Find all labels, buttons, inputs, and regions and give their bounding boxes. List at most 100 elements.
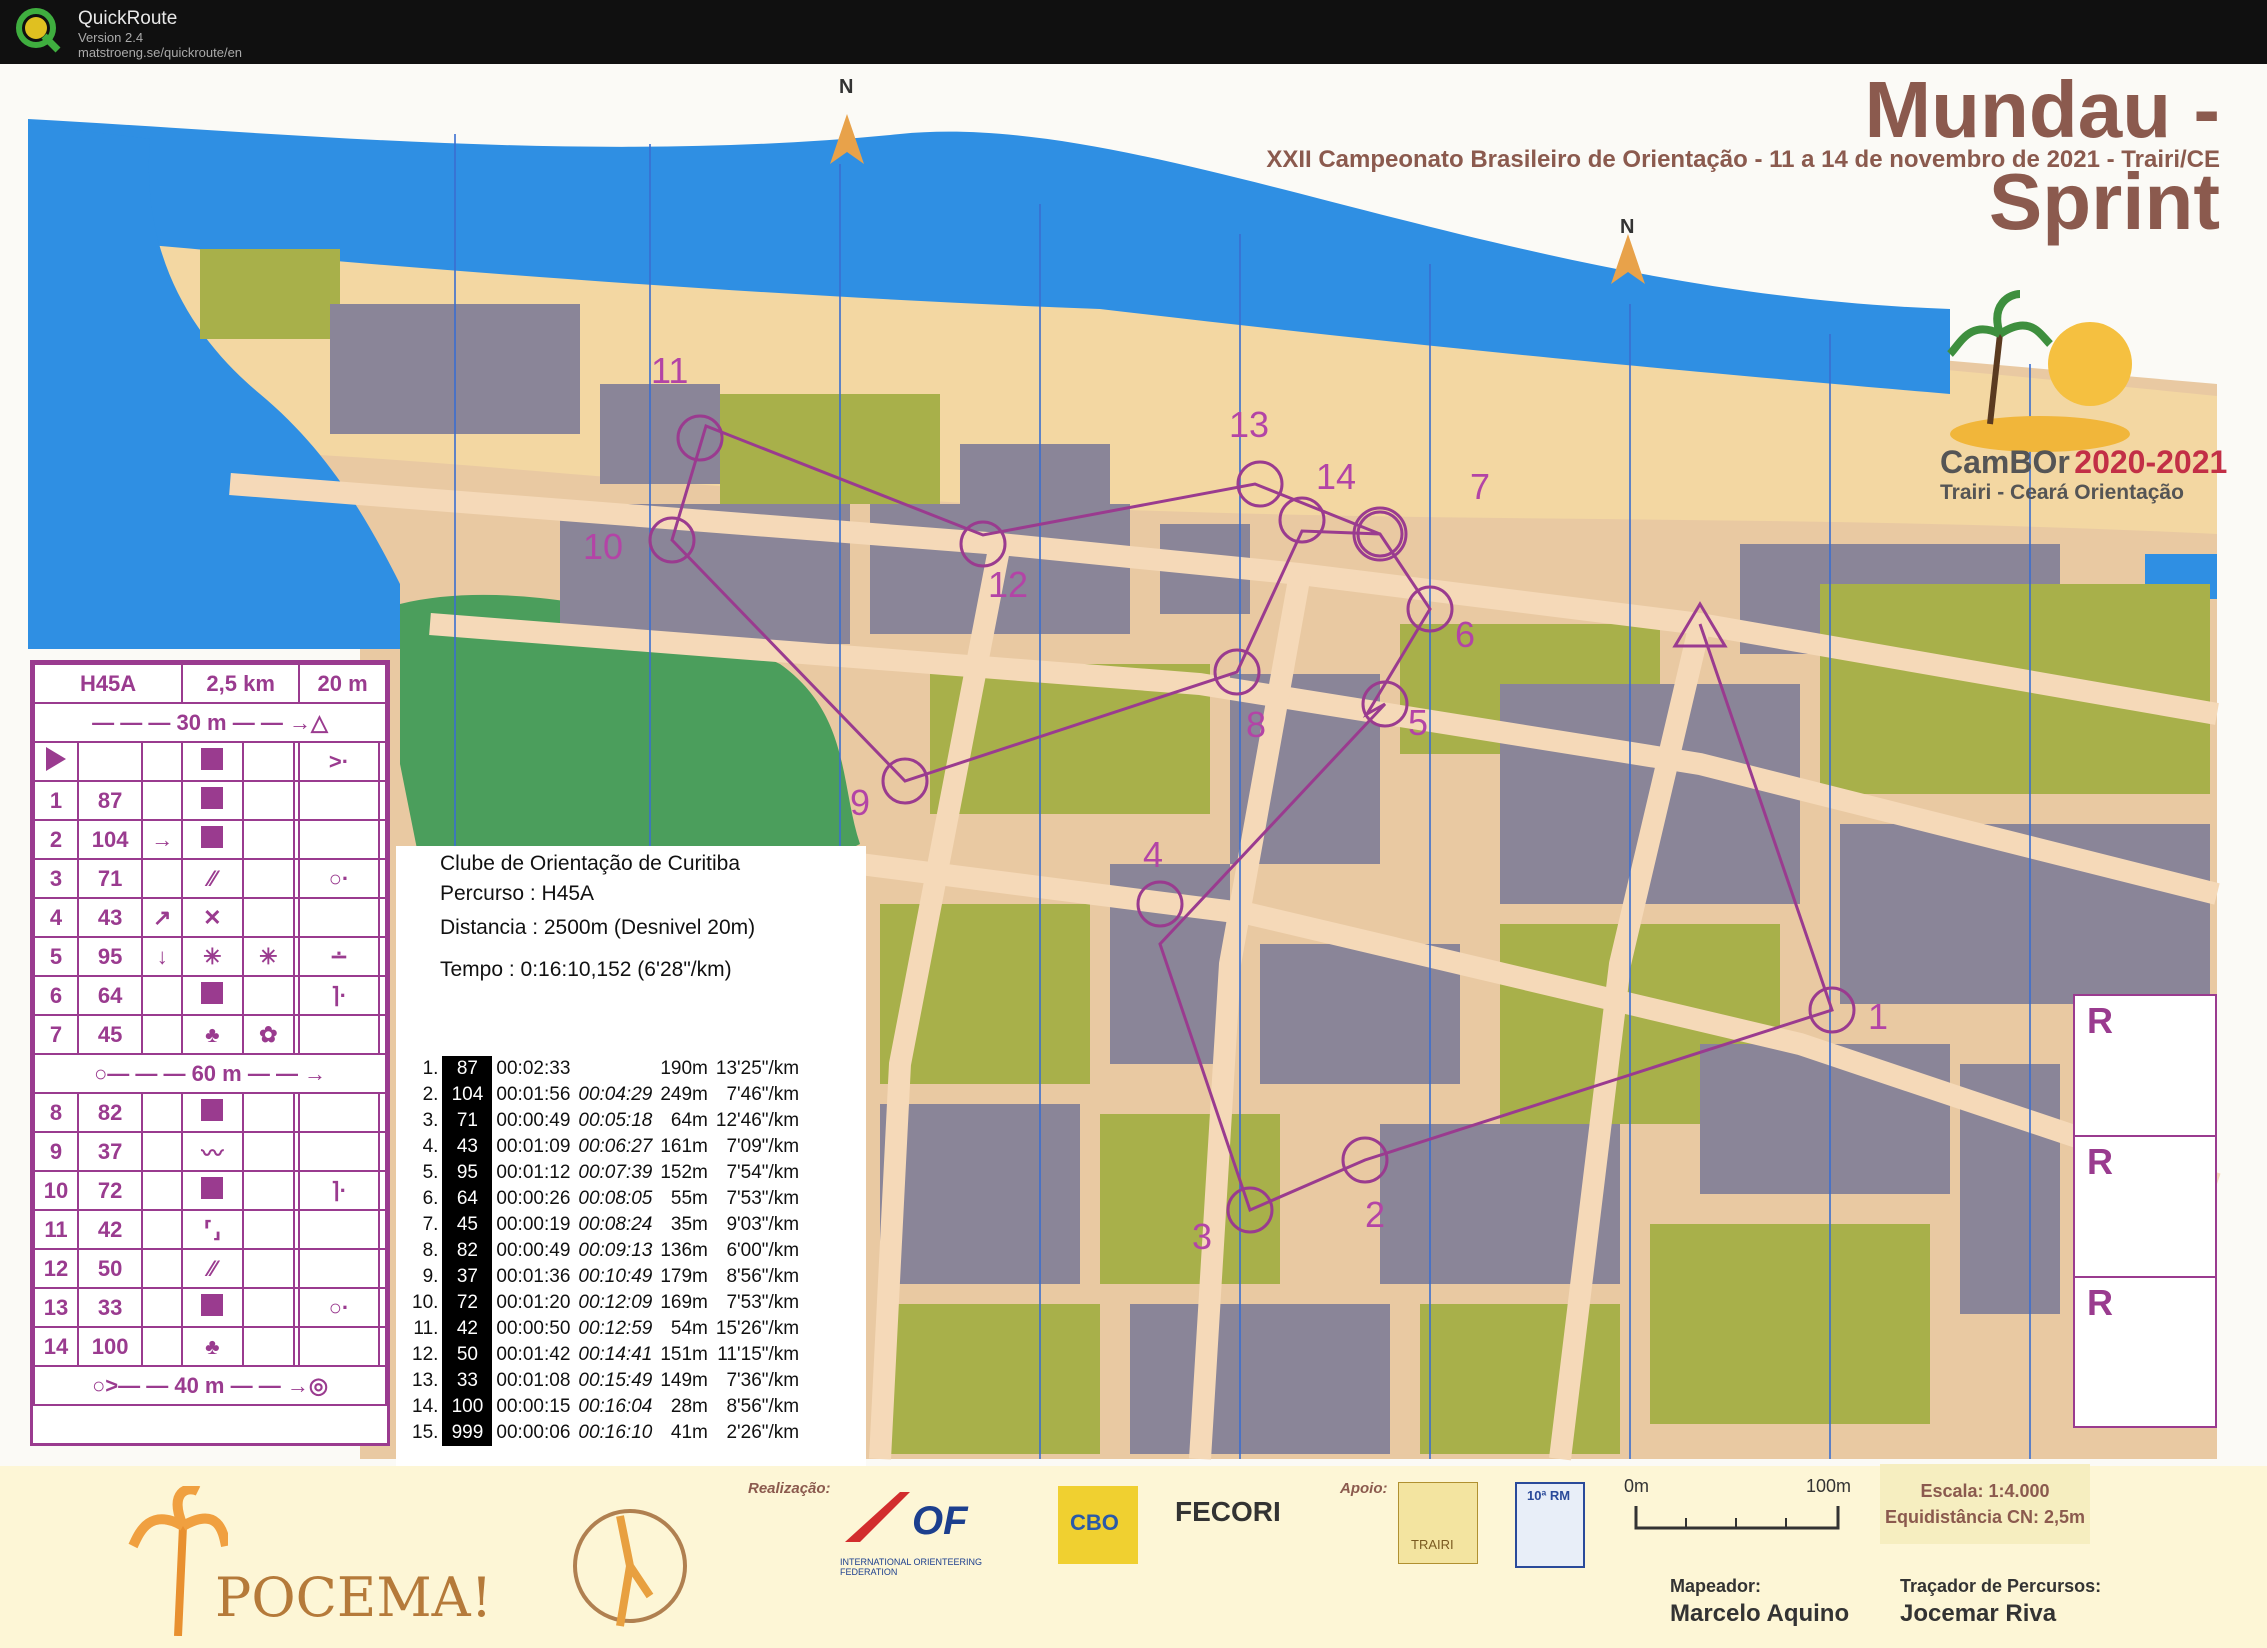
stairs-icon: ⁄⁄ (181, 1248, 244, 1289)
split-pace: 13'25"/km (715, 1058, 800, 1079)
split-time: 00:00:15 (496, 1396, 571, 1417)
r-box: R (2075, 1137, 2215, 1278)
split-time: 00:00:06 (496, 1422, 571, 1443)
special-feature-icon: ✳ (241, 936, 296, 977)
cambor-logo-icon (1940, 264, 2140, 454)
split-row: 7. 45 00:00:19 00:08:24 35m 9'03"/km (408, 1212, 803, 1238)
corner-icon: ⌉· (298, 975, 380, 1016)
split-index: 2. (422, 1084, 439, 1105)
split-time: 00:00:19 (496, 1214, 571, 1235)
split-distance: 151m (660, 1344, 708, 1365)
split-code: 100 (442, 1394, 493, 1420)
split-distance: 190m (660, 1058, 708, 1079)
split-time: 00:00:49 (496, 1240, 571, 1261)
split-cumulative: 00:07:39 (578, 1162, 653, 1183)
r-boxes: R R R (2073, 994, 2217, 1428)
split-distance: 41m (670, 1422, 708, 1443)
split-code: 87 (442, 1056, 493, 1082)
mapper-role: Mapeador: (1670, 1576, 1762, 1596)
info-distance: Distancia : 2500m (Desnivel 20m) (440, 916, 756, 939)
cross-icon: ✕ (181, 897, 244, 938)
app-url[interactable]: matstroeng.se/quickroute/en (78, 45, 242, 60)
tree-icon: ♣ (181, 1326, 244, 1367)
cbo-logo-icon: CBO (1058, 1486, 1138, 1564)
split-pace: 7'36"/km (726, 1370, 800, 1391)
corner-icon: ⌉· (298, 1170, 380, 1211)
desc-row: 6 64 ⌉· (33, 975, 388, 1016)
split-time: 00:01:56 (496, 1084, 571, 1105)
start-triangle-icon (33, 741, 79, 782)
building-icon (181, 741, 244, 782)
desc-row: 13 33 ○· (33, 1287, 388, 1328)
realizacao-label: Realização: (748, 1480, 831, 1497)
control-label-14: 14 (1316, 456, 1357, 497)
split-distance: 136m (660, 1240, 708, 1261)
wall-icon: 〰 (181, 1131, 244, 1172)
split-time: 00:00:26 (496, 1188, 571, 1209)
split-index: 7. (422, 1214, 439, 1235)
split-pace: 7'53"/km (726, 1188, 800, 1209)
control-label-3: 3 (1192, 1216, 1213, 1257)
split-cumulative: 00:04:29 (578, 1084, 653, 1105)
split-distance: 249m (660, 1084, 708, 1105)
desc-row: 8 82 (33, 1092, 388, 1133)
split-cumulative: 00:05:18 (578, 1110, 653, 1131)
split-code: 82 (442, 1238, 493, 1264)
app-version: Version 2.4 (78, 30, 144, 45)
split-distance: 54m (670, 1318, 708, 1339)
split-distance: 152m (660, 1162, 708, 1183)
split-row: 12. 50 00:01:42 00:14:41 151m 11'15"/km (408, 1342, 803, 1368)
split-row: 9. 37 00:01:36 00:10:49 179m 8'56"/km (408, 1264, 803, 1290)
desc-climb: 20 m (298, 663, 387, 704)
split-cumulative: 00:09:13 (578, 1240, 653, 1261)
control-label-7: 7 (1470, 466, 1491, 507)
split-index: 14. (412, 1396, 439, 1417)
split-index: 10. (412, 1292, 439, 1313)
split-row: 6. 64 00:00:26 00:08:05 55m 7'53"/km (408, 1186, 803, 1212)
split-cumulative (574, 1056, 656, 1082)
split-pace: 7'46"/km (726, 1084, 800, 1105)
scale-label: Escala: 1:4.000 (1920, 1481, 2050, 1501)
desc-mid-leg: ○— — — 60 m — — → (33, 1053, 387, 1094)
control-label-12: 12 (988, 564, 1029, 605)
building-icon (181, 1092, 244, 1133)
split-time: 00:01:09 (496, 1136, 571, 1157)
info-course: Percurso : H45A (440, 882, 595, 905)
control-label-8: 8 (1246, 704, 1267, 745)
split-code: 43 (442, 1134, 493, 1160)
route-info-box: Clube de Orientação de Curitiba Percurso… (396, 846, 866, 1506)
split-index: 1. (422, 1058, 439, 1079)
split-code: 95 (442, 1160, 493, 1186)
scale-bar (1634, 1506, 1840, 1530)
rm-logo-icon: 10ª RM (1515, 1482, 1585, 1568)
split-cumulative: 00:16:10 (578, 1422, 653, 1443)
control-label-6: 6 (1455, 614, 1476, 655)
desc-row: 9 37 〰 (33, 1131, 388, 1172)
planner-name: Jocemar Riva (1900, 1600, 2057, 1627)
info-time: Tempo : 0:16:10,152 (6'28"/km) (440, 958, 732, 981)
app-name: QuickRoute (78, 8, 178, 29)
split-index: 9. (422, 1266, 439, 1287)
between-icon: ∸ (298, 936, 380, 977)
split-distance: 179m (660, 1266, 708, 1287)
split-pace: 8'56"/km (726, 1266, 800, 1287)
split-row: 14. 100 00:00:15 00:16:04 28m 8'56"/km (408, 1394, 803, 1420)
r-box: R (2075, 996, 2215, 1137)
split-code: 64 (442, 1186, 493, 1212)
building-icon (181, 780, 244, 821)
iof-logo-icon: OF INTERNATIONAL ORIENTEERING FEDERATION (840, 1482, 1010, 1577)
equidistance-label: Equidistância CN: 2,5m (1884, 1507, 2086, 1527)
control-label-9: 9 (850, 782, 871, 823)
split-row: 15. 999 00:00:06 00:16:10 41m 2'26"/km (408, 1420, 803, 1446)
mapper-name: Marcelo Aquino (1670, 1600, 1850, 1627)
control-label-1: 1 (1868, 996, 1889, 1037)
control-label-2: 2 (1365, 1194, 1386, 1235)
r-box: R (2087, 1282, 2113, 1323)
cambor-sub: Trairi - Ceará Orientação (1940, 481, 2184, 504)
split-code: 50 (442, 1342, 493, 1368)
control-description-sheet: H45A 2,5 km 20 m — — — 30 m — — →△ >· 18… (30, 660, 390, 1446)
desc-row: 3 71 ⁄⁄ ○· (33, 858, 388, 899)
splits-table: 1. 87 00:02:33 190m 13'25"/km 2. 104 00:01:56 00… (408, 1056, 803, 1446)
split-pace: 12'46"/km (715, 1110, 800, 1131)
stairs-icon: ⁄⁄ (181, 858, 244, 899)
